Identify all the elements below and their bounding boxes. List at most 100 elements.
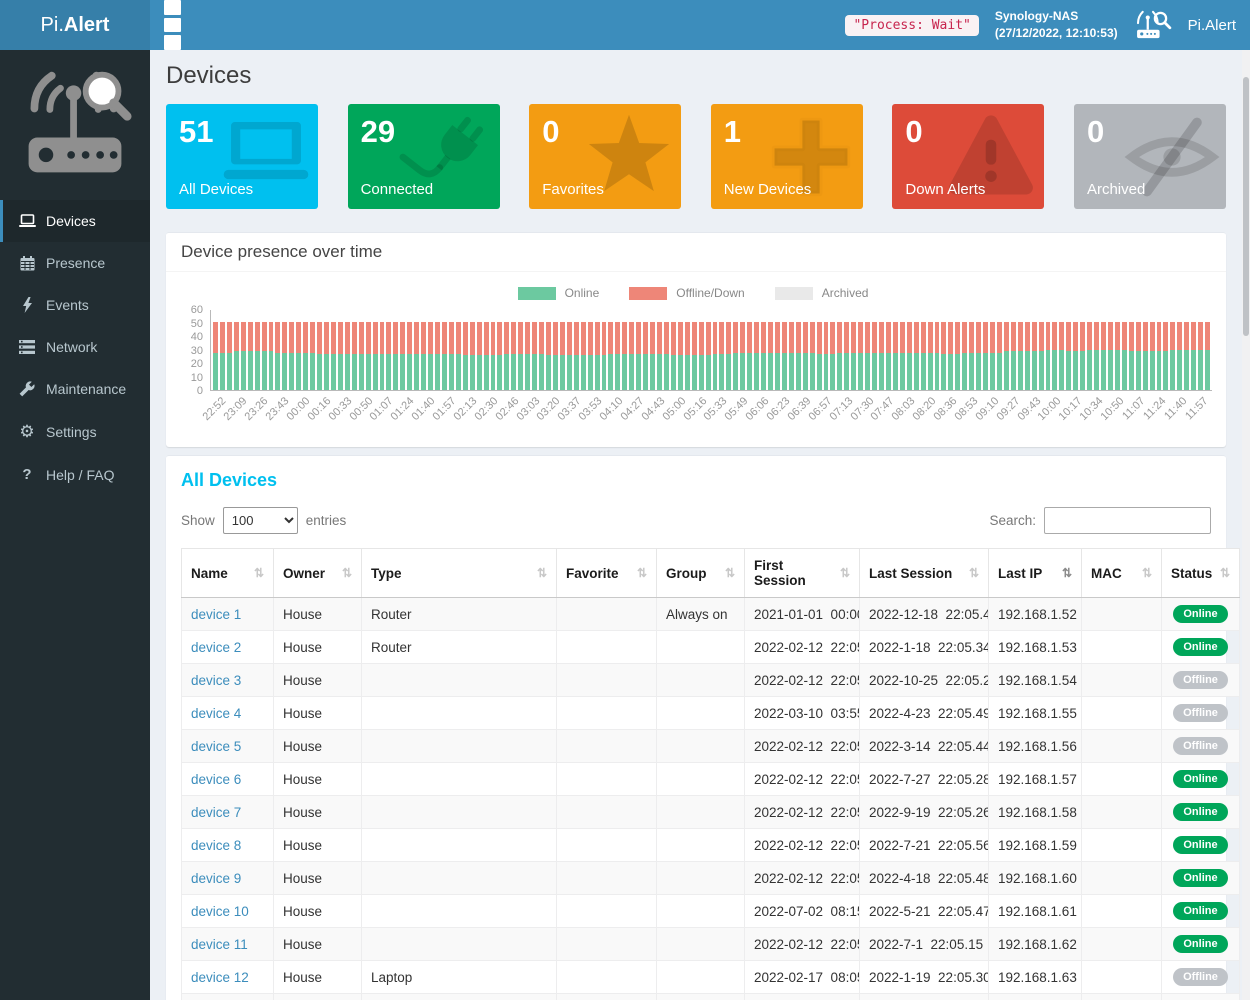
search-input[interactable]: [1044, 507, 1211, 534]
device-name-link[interactable]: device 11: [191, 937, 248, 952]
sort-icon: ⇅: [537, 566, 547, 580]
column-header-owner[interactable]: Owner⇅: [274, 549, 362, 598]
cell-group: [657, 796, 745, 829]
card-connected[interactable]: 29 Connected: [348, 104, 500, 209]
sidebar-item-network[interactable]: Network: [0, 326, 150, 368]
chart-bar: [1108, 310, 1113, 390]
device-name-link[interactable]: device 12: [191, 970, 249, 985]
cell-mac: [1082, 994, 1162, 1000]
device-name-link[interactable]: device 7: [191, 805, 241, 820]
cell-status: Online: [1162, 829, 1240, 862]
sidebar-item-maintenance[interactable]: Maintenance: [0, 368, 150, 410]
column-header-status[interactable]: Status⇅: [1162, 549, 1240, 598]
chart-bar: [428, 310, 433, 390]
page-length-select[interactable]: 100: [223, 507, 298, 534]
device-name-link[interactable]: device 6: [191, 772, 241, 787]
chart-bar: [969, 310, 974, 390]
sidebar-toggle-button[interactable]: [150, 0, 195, 50]
chart-bar: [1198, 310, 1203, 390]
column-header-last-ip[interactable]: Last IP⇅: [989, 549, 1082, 598]
device-name-link[interactable]: device 1: [191, 607, 241, 622]
legend-label: Archived: [822, 286, 869, 300]
sidebar-item-devices[interactable]: Devices: [0, 200, 150, 242]
sort-icon: ⇅: [840, 566, 850, 580]
cell-first-session: 2022-02-12 22:05: [745, 763, 860, 796]
column-header-group[interactable]: Group⇅: [657, 549, 745, 598]
chart-bar: [733, 310, 738, 390]
chart-bar: [407, 310, 412, 390]
cell-mac: [1082, 664, 1162, 697]
table-row: device 13House2022-07-19 23:452022-8-28 …: [182, 994, 1240, 1000]
sidebar-item-help[interactable]: ? Help / FAQ: [0, 453, 150, 496]
column-header-first-session[interactable]: First Session⇅: [745, 549, 860, 598]
question-icon: ?: [18, 466, 36, 483]
chart-bar: [1136, 310, 1141, 390]
cell-name: device 8: [182, 829, 274, 862]
app-logo[interactable]: Pi.Alert: [0, 0, 150, 50]
chart-bar: [213, 310, 218, 390]
column-label: Last IP: [998, 566, 1042, 581]
chart-bar: [227, 310, 232, 390]
chart-bar: [1052, 310, 1057, 390]
chart-bar: [248, 310, 253, 390]
router-magnifier-logo-icon: [17, 66, 133, 182]
column-label: Type: [371, 566, 402, 581]
chart-bar: [289, 310, 294, 390]
chart-bar: [782, 310, 787, 390]
chart-bar: [303, 310, 308, 390]
column-header-name[interactable]: Name⇅: [182, 549, 274, 598]
gear-icon: ⚙: [18, 423, 36, 440]
cell-owner: House: [274, 829, 362, 862]
card-down-alerts[interactable]: 0 Down Alerts: [892, 104, 1044, 209]
column-header-mac[interactable]: MAC⇅: [1082, 549, 1162, 598]
sort-icon: ⇅: [969, 566, 979, 580]
device-name-link[interactable]: device 3: [191, 673, 241, 688]
device-name-link[interactable]: device 2: [191, 640, 241, 655]
chart-bar: [255, 310, 260, 390]
sidebar-item-settings[interactable]: ⚙ Settings: [0, 410, 150, 453]
cell-last-ip: 192.168.1.53: [989, 631, 1082, 664]
card-favorites[interactable]: 0 Favorites: [529, 104, 681, 209]
chart-bar: [421, 310, 426, 390]
column-label: Last Session: [869, 566, 952, 581]
pialert-app: Pi.Alert "Process: Wait" Synology-NAS (2…: [0, 0, 1250, 1000]
card-archived[interactable]: 0 Archived: [1074, 104, 1226, 209]
scrollbar-thumb[interactable]: [1243, 77, 1249, 336]
cell-last-ip: 192.168.1.59: [989, 829, 1082, 862]
cell-last-ip: 192.168.1.58: [989, 796, 1082, 829]
device-name-link[interactable]: device 10: [191, 904, 249, 919]
column-header-last-session[interactable]: Last Session ⇅: [860, 549, 989, 598]
device-name-link[interactable]: device 9: [191, 871, 241, 886]
cell-type: [362, 994, 557, 1000]
device-name-link[interactable]: device 4: [191, 706, 241, 721]
cell-name: device 1: [182, 598, 274, 631]
legend-swatch: [775, 287, 813, 300]
page-title: Devices: [166, 62, 1226, 90]
cell-status: Online: [1162, 994, 1240, 1000]
chart-bar: [1094, 310, 1099, 390]
chart-bar: [373, 310, 378, 390]
brand-bold: Alert: [64, 14, 110, 37]
chart-bar: [907, 310, 912, 390]
chart-plot-area: [210, 310, 1212, 391]
column-header-favorite[interactable]: Favorite⇅: [557, 549, 657, 598]
column-header-type[interactable]: Type ⇅: [362, 549, 557, 598]
chart-bar: [588, 310, 593, 390]
vertical-scrollbar[interactable]: [1242, 50, 1250, 1000]
cell-first-session: 2022-02-17 08:05: [745, 961, 860, 994]
cell-mac: [1082, 796, 1162, 829]
device-name-link[interactable]: device 8: [191, 838, 241, 853]
sidebar-item-events[interactable]: Events: [0, 284, 150, 326]
cell-last-ip: 192.168.1.56: [989, 730, 1082, 763]
device-name-link[interactable]: device 5: [191, 739, 241, 754]
sidebar-item-label: Maintenance: [46, 381, 126, 397]
sidebar-logo: [0, 50, 150, 200]
sidebar-item-presence[interactable]: Presence: [0, 242, 150, 284]
cell-name: device 5: [182, 730, 274, 763]
card-label: Archived: [1087, 181, 1145, 198]
card-new-devices[interactable]: 1 New Devices: [711, 104, 863, 209]
cell-name: device 9: [182, 862, 274, 895]
chart-bar: [393, 310, 398, 390]
cell-group: [657, 961, 745, 994]
card-all-devices[interactable]: 51 All Devices: [166, 104, 318, 209]
